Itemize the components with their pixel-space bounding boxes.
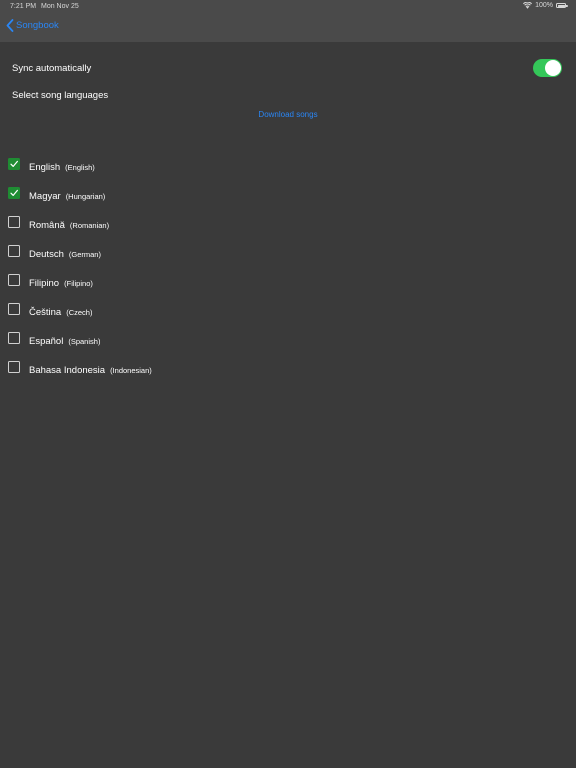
language-item-english[interactable]: English (English)	[8, 158, 95, 174]
language-english-name: (Hungarian)	[65, 191, 106, 201]
languages-label: Select song languages	[12, 90, 109, 101]
checkbox[interactable]	[8, 216, 20, 228]
checkbox[interactable]	[8, 274, 20, 286]
language-name: Deutsch	[29, 248, 64, 260]
language-name: English	[29, 161, 61, 173]
checkbox[interactable]	[8, 332, 20, 344]
wifi-icon	[523, 2, 533, 9]
language-name: Română	[29, 219, 65, 231]
checkbox[interactable]	[8, 361, 20, 373]
status-date: Mon Nov 25	[41, 3, 79, 10]
navigation-bar: Songbook	[0, 13, 576, 42]
status-bar: 7:21 PM Mon Nov 25 100%	[0, 0, 576, 13]
battery-icon	[556, 3, 568, 8]
language-english-name: (Filipino)	[64, 278, 93, 288]
download-songs-button[interactable]: Download songs	[0, 110, 576, 119]
sync-toggle[interactable]	[533, 59, 562, 77]
checkmark-icon	[10, 160, 18, 167]
language-english-name: (Spanish)	[68, 336, 101, 346]
checkbox[interactable]	[8, 303, 20, 315]
language-item-hungarian[interactable]: Magyar (Hungarian)	[8, 187, 106, 203]
language-item-german[interactable]: Deutsch (German)	[8, 245, 101, 261]
language-item-czech[interactable]: Čeština (Czech)	[8, 303, 93, 319]
chevron-left-icon	[6, 19, 14, 32]
language-name: Filipino	[29, 277, 60, 289]
battery-percent: 100%	[535, 2, 553, 9]
language-item-romanian[interactable]: Română (Romanian)	[8, 216, 110, 232]
back-button[interactable]: Songbook	[6, 19, 59, 32]
status-indicators: 100%	[523, 2, 568, 9]
language-item-filipino[interactable]: Filipino (Filipino)	[8, 274, 93, 290]
sync-label: Sync automatically	[12, 63, 92, 74]
language-english-name: (Indonesian)	[110, 365, 152, 375]
language-name: Čeština	[29, 306, 62, 318]
language-english-name: (German)	[68, 249, 101, 259]
toggle-knob	[545, 60, 561, 76]
language-english-name: (Czech)	[66, 307, 93, 317]
language-item-spanish[interactable]: Español (Spanish)	[8, 332, 101, 348]
language-item-indonesian[interactable]: Bahasa Indonesia (Indonesian)	[8, 361, 152, 377]
checkbox[interactable]	[8, 158, 20, 170]
checkbox[interactable]	[8, 187, 20, 199]
checkmark-icon	[10, 189, 18, 196]
status-time: 7:21 PM	[10, 3, 37, 10]
language-name: Español	[29, 335, 64, 347]
language-name: Bahasa Indonesia	[29, 364, 106, 376]
back-button-label: Songbook	[16, 20, 59, 31]
language-english-name: (Romanian)	[69, 220, 110, 230]
checkbox[interactable]	[8, 245, 20, 257]
language-english-name: (English)	[65, 162, 95, 172]
language-name: Magyar	[29, 190, 61, 202]
